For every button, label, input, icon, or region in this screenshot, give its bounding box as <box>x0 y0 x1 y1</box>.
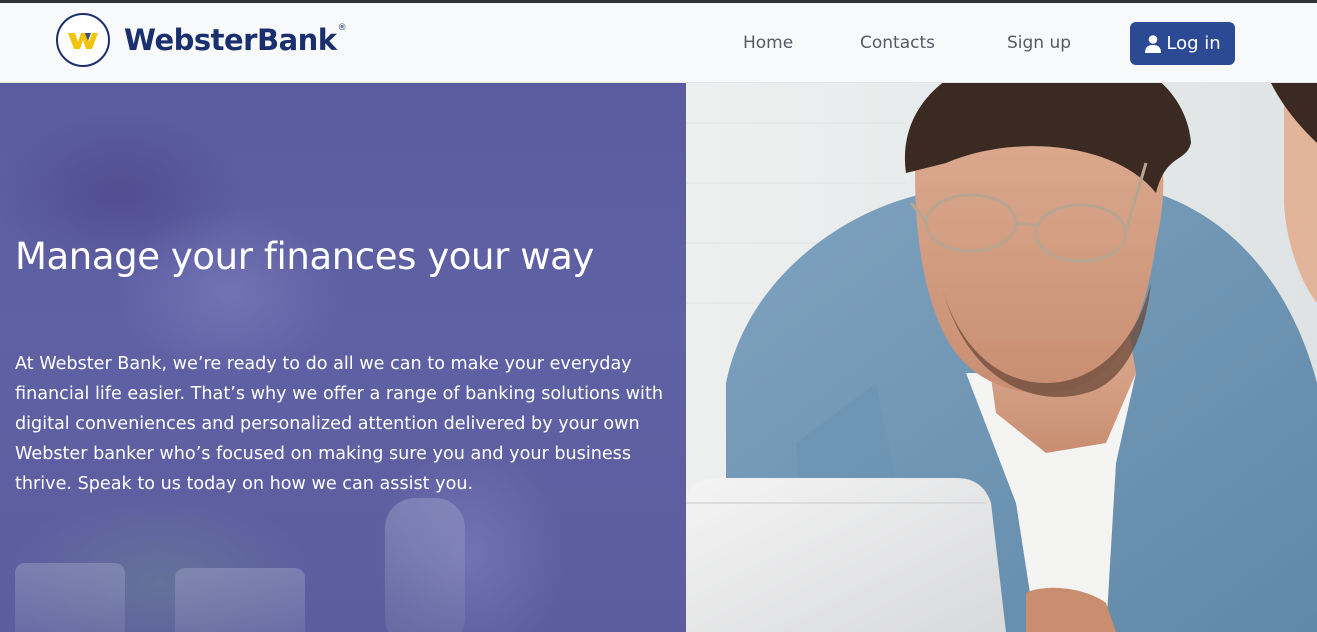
login-button[interactable]: Log in <box>1130 22 1235 65</box>
hero-text-panel: Manage your finances your way At Webster… <box>0 83 686 632</box>
background-vase-shape <box>385 498 465 632</box>
webster-w-logo-icon <box>56 13 110 67</box>
hero-banner: Manage your finances your way At Webster… <box>0 83 1317 632</box>
hero-photo <box>686 83 1317 632</box>
hero-description: At Webster Bank, we’re ready to do all w… <box>15 354 663 494</box>
top-navbar: WebsterBank® Home Contacts Sign up Log i… <box>0 3 1317 83</box>
logo-wordmark: WebsterBank® <box>124 23 347 57</box>
nav-home-link[interactable]: Home <box>743 33 793 53</box>
background-jar-shape <box>175 568 305 632</box>
background-jar-shape <box>15 563 125 632</box>
hero-title: Manage your finances your way <box>15 235 594 278</box>
webster-bank-logo[interactable]: WebsterBank® <box>56 12 347 68</box>
login-label: Log in <box>1166 33 1221 54</box>
nav-signup-link[interactable]: Sign up <box>1007 33 1071 53</box>
user-icon <box>1144 34 1162 54</box>
man-with-laptop-image <box>686 83 1317 632</box>
nav-contacts-link[interactable]: Contacts <box>860 33 935 53</box>
